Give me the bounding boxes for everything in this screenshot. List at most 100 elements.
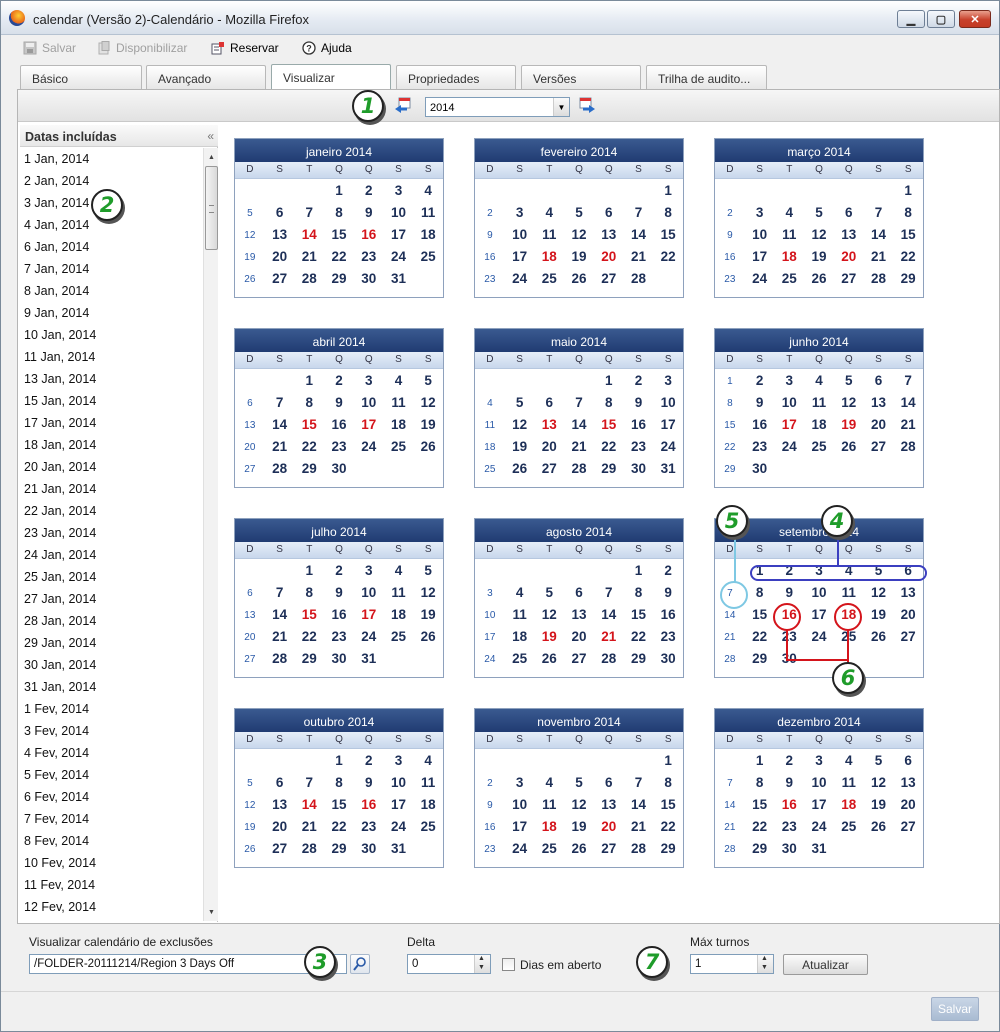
calendar-day[interactable]: 11 (774, 223, 804, 245)
calendar-day[interactable]: 20 (893, 793, 923, 815)
max-turns-stepper[interactable]: 1 (690, 954, 774, 974)
calendar-day[interactable]: 8 (745, 581, 775, 603)
calendar-day[interactable]: 23 (324, 435, 354, 457)
date-list-item[interactable]: 5 Fev, 2014 (20, 764, 203, 786)
calendar-day[interactable]: 29 (294, 457, 324, 479)
calendar-day[interactable]: 1 (294, 369, 324, 391)
week-number[interactable]: 18 (475, 435, 505, 457)
calendar-day[interactable]: 2 (745, 369, 775, 391)
calendar-day[interactable]: 24 (354, 625, 384, 647)
calendar-day[interactable]: 29 (324, 837, 354, 859)
date-list-item[interactable]: 9 Jan, 2014 (20, 302, 203, 324)
calendar-day[interactable]: 10 (804, 581, 834, 603)
date-list-item[interactable]: 1 Jan, 2014 (20, 148, 203, 170)
calendar-day[interactable]: 20 (265, 815, 295, 837)
delta-spin-icon[interactable] (474, 955, 490, 973)
calendar-day[interactable]: 7 (594, 581, 624, 603)
next-year-icon[interactable] (578, 97, 596, 114)
save-button[interactable]: Salvar (931, 997, 979, 1021)
calendar-day[interactable]: 16 (745, 413, 775, 435)
calendar-day[interactable]: 21 (624, 245, 654, 267)
calendar-day[interactable]: 14 (564, 413, 594, 435)
calendar-day[interactable]: 18 (384, 603, 414, 625)
calendar-day[interactable]: 5 (834, 369, 864, 391)
calendar-day[interactable]: 24 (745, 267, 775, 289)
calendar-day[interactable]: 13 (564, 603, 594, 625)
calendar-day[interactable]: 3 (745, 201, 775, 223)
scroll-up-icon[interactable]: ▲ (205, 150, 218, 164)
calendar-day[interactable]: 6 (834, 201, 864, 223)
calendar-day[interactable]: 2 (774, 559, 804, 581)
calendar-day[interactable]: 10 (354, 391, 384, 413)
calendar-day[interactable]: 30 (653, 647, 683, 669)
calendar-day[interactable]: 28 (294, 267, 324, 289)
calendar-day[interactable]: 8 (653, 771, 683, 793)
calendar-day[interactable]: 6 (265, 771, 295, 793)
calendar-day[interactable]: 17 (505, 245, 535, 267)
calendar-day[interactable]: 27 (594, 837, 624, 859)
date-list-item[interactable]: 10 Jan, 2014 (20, 324, 203, 346)
week-number[interactable]: 2 (475, 771, 505, 793)
calendar-day[interactable]: 29 (893, 267, 923, 289)
calendar-day[interactable]: 19 (864, 793, 894, 815)
calendar-day[interactable]: 22 (653, 815, 683, 837)
week-number[interactable]: 10 (475, 603, 505, 625)
calendar-day[interactable]: 22 (653, 245, 683, 267)
date-list-item[interactable]: 29 Jan, 2014 (20, 632, 203, 654)
calendar-day[interactable]: 12 (864, 581, 894, 603)
calendar-day[interactable]: 28 (265, 647, 295, 669)
date-list-item[interactable]: 13 Jan, 2014 (20, 368, 203, 390)
calendar-day[interactable]: 14 (294, 223, 324, 245)
calendar-day[interactable]: 23 (745, 435, 775, 457)
calendar-day[interactable]: 10 (804, 771, 834, 793)
calendar-day[interactable]: 7 (864, 201, 894, 223)
calendar-day[interactable]: 25 (834, 815, 864, 837)
calendar-day[interactable]: 26 (564, 837, 594, 859)
calendar-day[interactable]: 6 (893, 559, 923, 581)
calendar-day[interactable]: 11 (534, 793, 564, 815)
calendar-day[interactable]: 13 (594, 223, 624, 245)
calendar-day[interactable]: 27 (864, 435, 894, 457)
date-list-item[interactable]: 27 Jan, 2014 (20, 588, 203, 610)
calendar-day[interactable]: 26 (804, 267, 834, 289)
calendar-day[interactable]: 17 (804, 793, 834, 815)
calendar-day[interactable]: 12 (534, 603, 564, 625)
search-button[interactable] (350, 954, 370, 974)
calendar-day[interactable]: 17 (354, 413, 384, 435)
week-number[interactable]: 7 (715, 771, 745, 793)
year-select[interactable]: 2014 ▼ (425, 97, 570, 117)
calendar-day[interactable]: 9 (774, 581, 804, 603)
calendar-day[interactable]: 28 (624, 267, 654, 289)
calendar-day[interactable]: 3 (804, 749, 834, 771)
calendar-day[interactable]: 16 (354, 223, 384, 245)
calendar-day[interactable]: 12 (834, 391, 864, 413)
calendar-day[interactable]: 17 (505, 815, 535, 837)
calendar-day[interactable]: 5 (864, 559, 894, 581)
week-number[interactable]: 29 (715, 457, 745, 479)
calendar-day[interactable]: 9 (745, 391, 775, 413)
calendar-day[interactable]: 6 (265, 201, 295, 223)
calendar-day[interactable]: 29 (294, 647, 324, 669)
calendar-day[interactable]: 12 (864, 771, 894, 793)
calendar-day[interactable]: 23 (324, 625, 354, 647)
calendar-day[interactable]: 15 (745, 793, 775, 815)
calendar-day[interactable]: 10 (354, 581, 384, 603)
week-number[interactable]: 12 (235, 223, 265, 245)
calendar-day[interactable]: 22 (745, 815, 775, 837)
calendar-day[interactable]: 8 (624, 581, 654, 603)
calendar-day[interactable]: 10 (505, 793, 535, 815)
week-number[interactable]: 9 (475, 793, 505, 815)
calendar-day[interactable]: 14 (594, 603, 624, 625)
calendar-day[interactable]: 23 (354, 815, 384, 837)
week-number[interactable]: 19 (235, 245, 265, 267)
calendar-day[interactable]: 31 (354, 647, 384, 669)
calendar-day[interactable]: 27 (265, 267, 295, 289)
calendar-day[interactable]: 18 (834, 793, 864, 815)
calendar-day[interactable]: 27 (893, 815, 923, 837)
date-list-item[interactable]: 1 Fev, 2014 (20, 698, 203, 720)
calendar-day[interactable]: 2 (774, 749, 804, 771)
calendar-day[interactable]: 18 (384, 413, 414, 435)
calendar-day[interactable]: 24 (804, 625, 834, 647)
calendar-day[interactable]: 22 (324, 815, 354, 837)
scroll-thumb[interactable] (205, 166, 218, 250)
